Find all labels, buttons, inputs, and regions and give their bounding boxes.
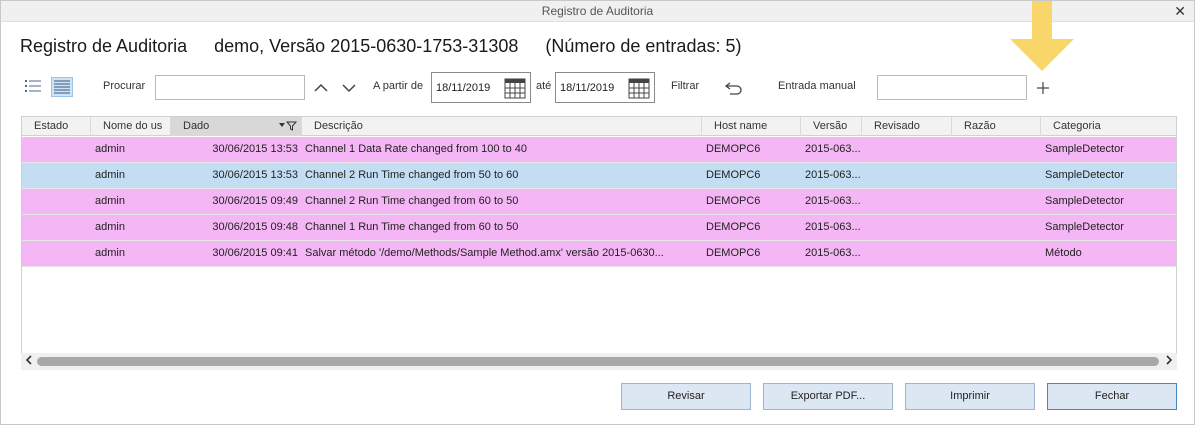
cell-user: admin xyxy=(95,221,125,233)
to-date-value: 18/11/2019 xyxy=(560,82,615,94)
filter-button[interactable]: Filtrar xyxy=(671,80,699,92)
cell-category: SampleDetector xyxy=(1045,169,1124,181)
manual-entry-input[interactable] xyxy=(877,75,1027,100)
column-header-date[interactable]: Dado xyxy=(171,117,302,136)
cell-date: 30/06/2015 13:53 xyxy=(212,143,298,155)
cell-category: SampleDetector xyxy=(1045,143,1124,155)
cell-category: Método xyxy=(1045,247,1082,259)
detail-view-icon[interactable] xyxy=(51,77,73,97)
table-row[interactable]: admin 30/06/2015 13:53 Channel 1 Data Ra… xyxy=(22,137,1176,163)
column-header-reviewed[interactable]: Revisado xyxy=(862,117,952,136)
table-row[interactable]: admin 30/06/2015 09:49 Channel 2 Run Tim… xyxy=(22,189,1176,215)
cell-version: 2015-063... xyxy=(805,143,861,155)
review-button[interactable]: Revisar xyxy=(621,383,751,410)
cell-user: admin xyxy=(95,169,125,181)
cell-user: admin xyxy=(95,195,125,207)
cell-date: 30/06/2015 09:41 xyxy=(212,247,298,259)
column-header-estado[interactable]: Estado xyxy=(22,117,91,136)
column-header-host[interactable]: Host name xyxy=(702,117,801,136)
cell-description: Channel 2 Run Time changed from 60 to 50 xyxy=(305,195,519,207)
search-label: Procurar xyxy=(103,80,146,92)
table-row[interactable]: admin 30/06/2015 09:41 Salvar método '/d… xyxy=(22,241,1176,267)
cell-description: Channel 1 Data Rate changed from 100 to … xyxy=(305,143,527,155)
entry-count: (Número de entradas: 5) xyxy=(545,36,742,56)
from-date-picker[interactable]: 18/11/2019 xyxy=(431,72,531,103)
list-view-icon[interactable] xyxy=(23,77,45,97)
scroll-right-icon[interactable] xyxy=(1162,354,1176,368)
toolbar: Procurar A partir de 18/11/2019 até 18/1… xyxy=(1,71,1195,105)
chevron-up-icon[interactable] xyxy=(309,76,333,100)
cell-description: Channel 2 Run Time changed from 50 to 60 xyxy=(305,169,519,181)
column-header-date-label: Dado xyxy=(183,120,210,132)
to-date-label: até xyxy=(536,80,552,92)
search-input[interactable] xyxy=(155,75,305,100)
cell-category: SampleDetector xyxy=(1045,221,1124,233)
scroll-left-icon[interactable] xyxy=(22,354,36,368)
cell-host: DEMOPC6 xyxy=(706,221,761,233)
cell-host: DEMOPC6 xyxy=(706,143,761,155)
cell-host: DEMOPC6 xyxy=(706,195,761,207)
cell-version: 2015-063... xyxy=(805,247,861,259)
cell-version: 2015-063... xyxy=(805,221,861,233)
column-header-user[interactable]: Nome do us xyxy=(91,117,171,136)
cell-date: 30/06/2015 09:48 xyxy=(212,221,298,233)
table-header: Estado Nome do us Dado Descrição Host na… xyxy=(22,117,1176,136)
from-date-label: A partir de xyxy=(373,80,424,92)
print-button[interactable]: Imprimir xyxy=(905,383,1035,410)
column-header-description[interactable]: Descrição xyxy=(302,117,702,136)
close-button[interactable]: Fechar xyxy=(1047,383,1177,410)
export-pdf-button[interactable]: Exportar PDF... xyxy=(763,383,893,410)
calendar-icon[interactable] xyxy=(504,77,526,99)
cell-host: DEMOPC6 xyxy=(706,247,761,259)
sort-filter-icon[interactable] xyxy=(279,121,297,131)
cell-user: admin xyxy=(95,247,125,259)
audit-table: Estado Nome do us Dado Descrição Host na… xyxy=(21,116,1177,365)
cell-category: SampleDetector xyxy=(1045,195,1124,207)
cell-version: 2015-063... xyxy=(805,169,861,181)
column-header-version[interactable]: Versão xyxy=(801,117,862,136)
close-icon[interactable]: ✕ xyxy=(1174,3,1186,20)
chevron-down-icon[interactable] xyxy=(337,76,361,100)
cell-date: 30/06/2015 09:49 xyxy=(212,195,298,207)
to-date-picker[interactable]: 18/11/2019 xyxy=(555,72,655,103)
cell-description: Salvar método '/demo/Methods/Sample Meth… xyxy=(305,247,664,259)
table-row[interactable]: admin 30/06/2015 09:48 Channel 1 Run Tim… xyxy=(22,215,1176,241)
audit-log-window: Registro de Auditoria ✕ Registro de Audi… xyxy=(0,0,1195,425)
cell-description: Channel 1 Run Time changed from 60 to 50 xyxy=(305,221,519,233)
column-header-reason[interactable]: Razão xyxy=(952,117,1041,136)
horizontal-scrollbar[interactable] xyxy=(21,353,1177,370)
table-row[interactable]: admin 30/06/2015 13:53 Channel 2 Run Tim… xyxy=(22,163,1176,189)
page-context: demo, Versão 2015-0630-1753-31308 xyxy=(214,36,519,56)
cell-version: 2015-063... xyxy=(805,195,861,207)
cell-host: DEMOPC6 xyxy=(706,169,761,181)
plus-icon[interactable] xyxy=(1031,76,1055,100)
page-title: Registro de Auditoria xyxy=(20,36,188,56)
scrollbar-thumb[interactable] xyxy=(37,357,1159,366)
calendar-icon[interactable] xyxy=(628,77,650,99)
from-date-value: 18/11/2019 xyxy=(436,82,491,94)
cell-user: admin xyxy=(95,143,125,155)
column-header-category[interactable]: Categoria xyxy=(1041,117,1176,136)
arrow-down-icon xyxy=(1010,1,1074,71)
page-heading: Registro de Auditoria demo, Versão 2015-… xyxy=(20,36,763,57)
manual-entry-label: Entrada manual xyxy=(778,80,856,92)
cell-date: 30/06/2015 13:53 xyxy=(212,169,298,181)
undo-icon[interactable] xyxy=(722,76,746,100)
